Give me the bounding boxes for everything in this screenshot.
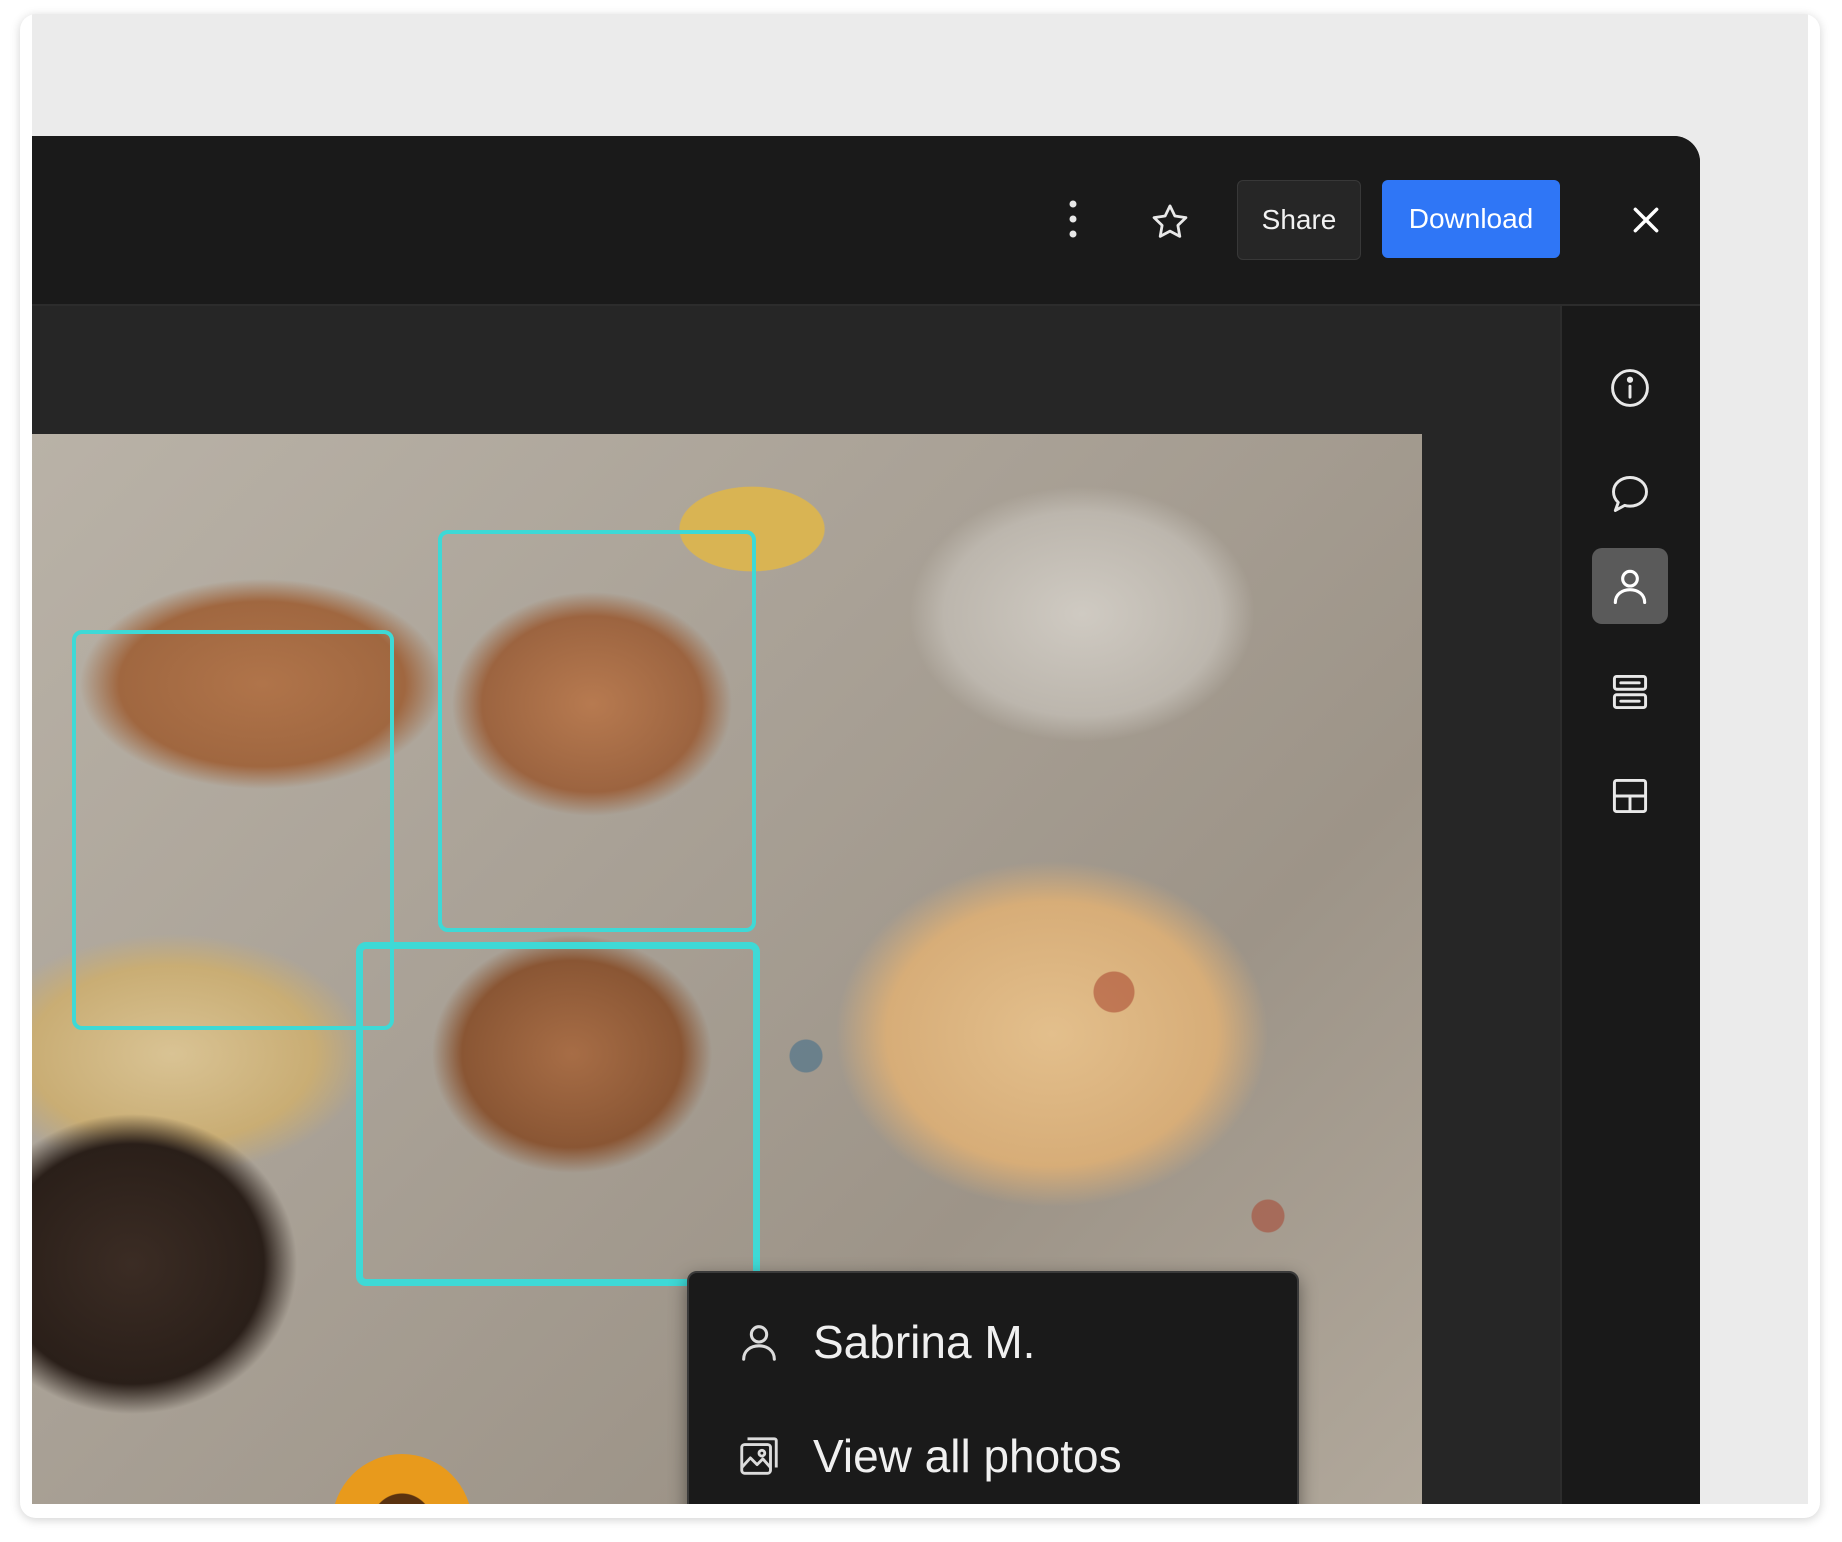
- face-tag-box-selected[interactable]: [356, 942, 760, 1286]
- person-name-item[interactable]: Sabrina M.: [689, 1287, 1297, 1397]
- photos-icon: [729, 1433, 789, 1479]
- face-tag-popup: Sabrina M. View all photos: [687, 1271, 1299, 1504]
- viewer-toolbar: Share Download: [32, 136, 1700, 306]
- sidebar-item-layout[interactable]: [1592, 758, 1668, 834]
- photo-viewer: Share Download Sabrina M. View all photo…: [32, 136, 1700, 1504]
- person-icon: [1613, 569, 1647, 605]
- close-icon: [1633, 207, 1659, 233]
- photo-detail: [332, 1454, 472, 1504]
- list-cards-icon: [1612, 674, 1648, 710]
- sidebar-item-comments[interactable]: [1592, 456, 1668, 532]
- sidebar-item-details[interactable]: [1592, 654, 1668, 730]
- sidebar-item-people[interactable]: [1592, 548, 1668, 624]
- face-tag-box[interactable]: [438, 530, 756, 932]
- frame-edge: [1808, 14, 1820, 1518]
- close-button[interactable]: [1618, 192, 1674, 248]
- more-options-button[interactable]: [1048, 188, 1098, 250]
- frame-edge: [20, 14, 32, 1518]
- layout-icon: [1612, 778, 1648, 814]
- image-canvas: Sabrina M. View all photos: [32, 306, 1560, 1504]
- share-button[interactable]: Share: [1237, 180, 1361, 260]
- download-button[interactable]: Download: [1382, 180, 1560, 258]
- view-all-photos-item[interactable]: View all photos: [689, 1401, 1297, 1504]
- comment-icon: [1612, 476, 1648, 512]
- face-tag-box[interactable]: [72, 630, 394, 1030]
- person-icon: [729, 1319, 789, 1365]
- frame-edge: [20, 1504, 1820, 1518]
- more-vertical-icon: [1069, 200, 1077, 238]
- favorite-button[interactable]: [1140, 192, 1200, 252]
- star-icon: [1152, 204, 1188, 238]
- sidebar-item-info[interactable]: [1592, 350, 1668, 426]
- view-all-photos-label: View all photos: [813, 1430, 1122, 1482]
- info-icon: [1611, 369, 1649, 407]
- app-window-frame: Share Download Sabrina M. View all photo…: [20, 14, 1820, 1518]
- right-sidebar: [1560, 306, 1700, 1504]
- person-name-label: Sabrina M.: [813, 1316, 1036, 1368]
